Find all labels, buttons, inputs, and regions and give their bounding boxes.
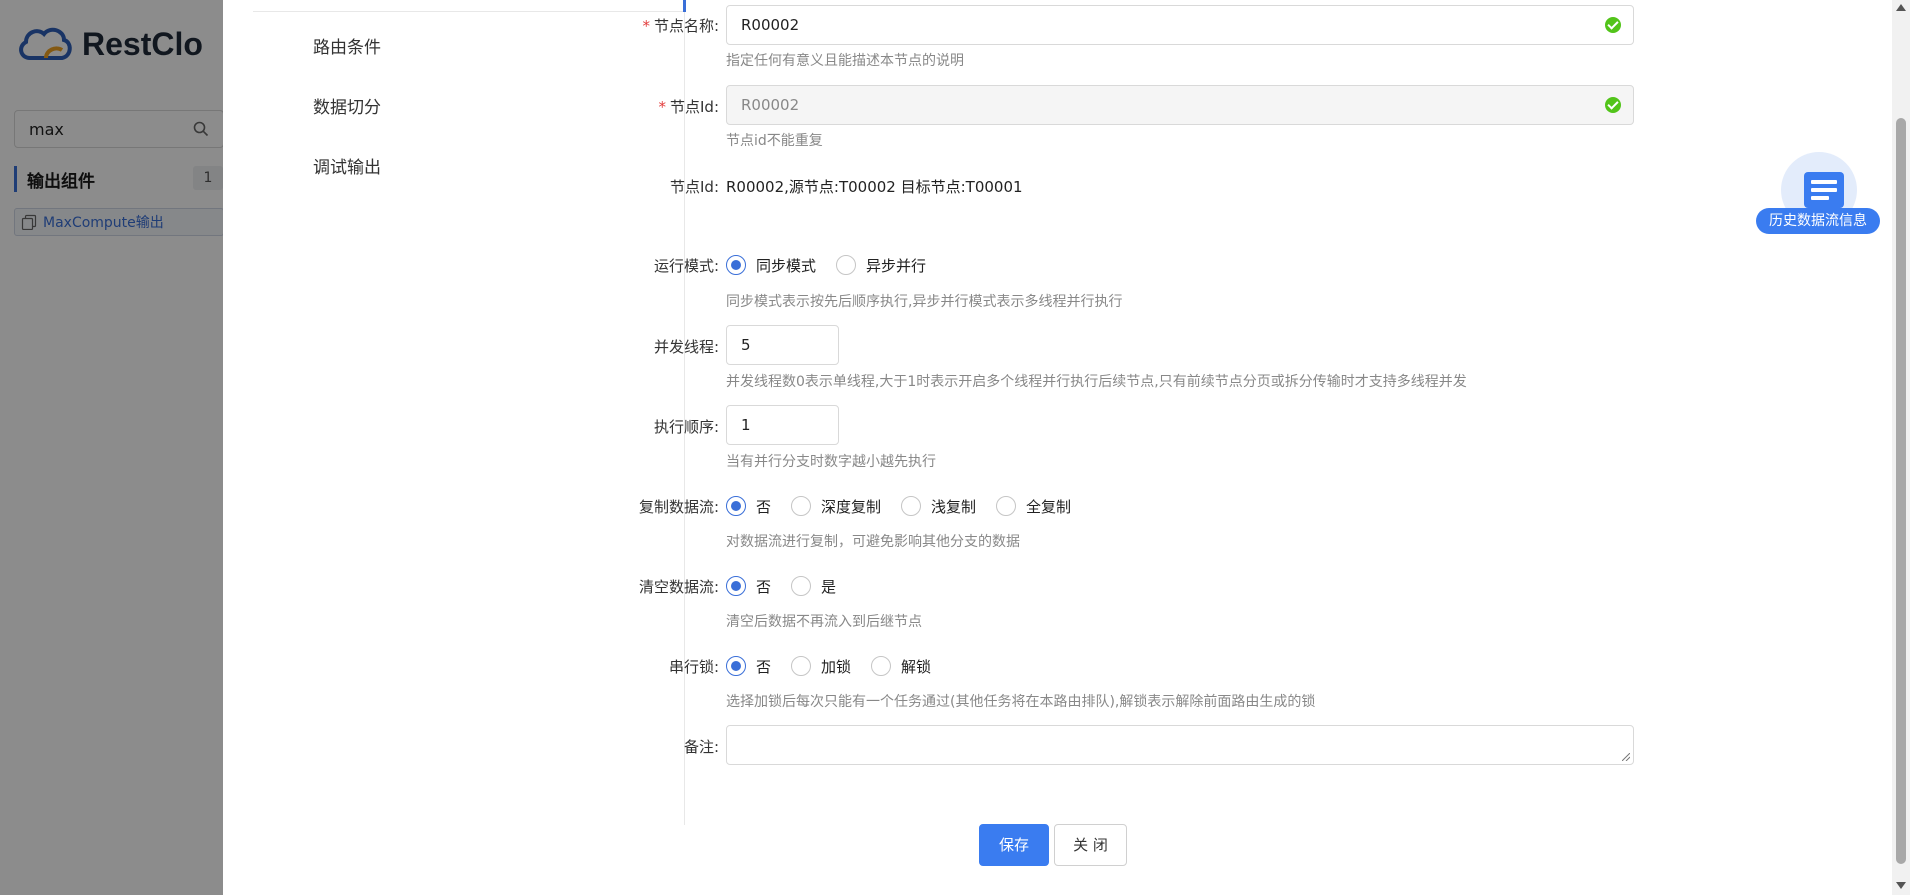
config-tab-nav: 路由条件 数据切分 调试输出: [253, 0, 686, 825]
clear-flow-yes-radio[interactable]: 是: [791, 576, 836, 597]
close-button[interactable]: 关 闭: [1054, 824, 1127, 866]
node-id-hint: 节点id不能重复: [726, 133, 823, 149]
run-mode-hint: 同步模式表示按先后顺序执行,异步并行模式表示多线程并行执行: [726, 294, 1123, 310]
copy-flow-deep-radio[interactable]: 深度复制: [791, 496, 881, 517]
node-id-value: R00002: [741, 96, 800, 114]
order-hint: 当有并行分支时数字越小越先执行: [726, 454, 936, 470]
radio-unchecked-icon: [871, 656, 892, 676]
radio-unchecked-icon: [791, 576, 812, 596]
vertical-scrollbar[interactable]: [1892, 0, 1910, 895]
copy-flow-shallow-radio[interactable]: 浅复制: [901, 496, 976, 517]
check-circle-icon: [1605, 17, 1621, 33]
history-dataflow-widget[interactable]: 历史数据流信息: [1756, 152, 1880, 234]
radio-checked-icon: [726, 496, 746, 516]
copy-flow-no-radio[interactable]: 否: [726, 496, 771, 517]
radio-unchecked-icon: [901, 496, 922, 516]
run-mode-label: 运行模式:: [653, 257, 719, 275]
required-mark: *: [642, 17, 650, 35]
radio-unchecked-icon: [996, 496, 1017, 516]
node-id-label: * 节点Id:: [658, 98, 720, 116]
history-dataflow-label: 历史数据流信息: [1756, 208, 1880, 234]
required-mark: *: [658, 98, 667, 116]
run-mode-sync-radio[interactable]: 同步模式: [726, 255, 816, 276]
scroll-thumb[interactable]: [1896, 118, 1906, 864]
remark-textarea[interactable]: [726, 725, 1634, 765]
document-list-icon: [1804, 172, 1844, 208]
tab-debug-output[interactable]: 调试输出: [253, 148, 685, 188]
copy-flow-radio-group: 否 深度复制 浅复制 全复制: [726, 494, 1091, 518]
node-name-input[interactable]: R00002: [726, 5, 1634, 45]
node-name-hint: 指定任何有意义且能描述本节点的说明: [726, 53, 964, 69]
check-circle-icon: [1605, 97, 1621, 113]
serial-lock-lock-radio[interactable]: 加锁: [791, 656, 851, 677]
tab-route-condition[interactable]: 路由条件: [253, 28, 685, 68]
scroll-up-arrow-icon[interactable]: [1896, 4, 1906, 11]
active-tab-indicator: [253, 0, 686, 12]
remark-label: 备注:: [683, 738, 719, 756]
node-name-label: * 节点名称:: [642, 17, 719, 35]
radio-unchecked-icon: [791, 656, 812, 676]
resize-grip-icon[interactable]: [1622, 753, 1630, 761]
save-button[interactable]: 保存: [979, 824, 1049, 866]
copy-flow-label: 复制数据流:: [638, 498, 719, 516]
scroll-down-arrow-icon[interactable]: [1896, 882, 1906, 889]
node-name-value: R00002: [741, 16, 800, 34]
copy-flow-hint: 对数据流进行复制，可避免影响其他分支的数据: [726, 534, 1020, 550]
threads-label: 并发线程:: [653, 338, 719, 356]
serial-lock-label: 串行锁:: [668, 658, 719, 676]
serial-lock-unlock-radio[interactable]: 解锁: [871, 656, 931, 677]
clear-flow-label: 清空数据流:: [638, 578, 719, 596]
clear-flow-no-radio[interactable]: 否: [726, 576, 771, 597]
order-label: 执行顺序:: [653, 418, 719, 436]
threads-input[interactable]: 5: [726, 325, 839, 365]
radio-unchecked-icon: [836, 255, 857, 275]
serial-lock-hint: 选择加锁后每次只能有一个任务通过(其他任务将在本路由排队),解锁表示解除前面路由…: [726, 694, 1316, 710]
run-mode-async-radio[interactable]: 异步并行: [836, 255, 926, 276]
serial-lock-radio-group: 否 加锁 解锁: [726, 654, 951, 678]
threads-hint: 并发线程数0表示单线程,大于1时表示开启多个线程并行执行后续节点,只有前续节点分…: [726, 374, 1467, 390]
node-info-label: 节点Id:: [670, 178, 719, 196]
clear-flow-hint: 清空后数据不再流入到后继节点: [726, 614, 922, 630]
order-input[interactable]: 1: [726, 405, 839, 445]
radio-checked-icon: [726, 255, 746, 275]
node-info-value: R00002,源节点:T00002 目标节点:T00001: [726, 178, 1023, 196]
node-id-input[interactable]: R00002: [726, 85, 1634, 125]
run-mode-radio-group: 同步模式 异步并行: [726, 253, 946, 277]
serial-lock-no-radio[interactable]: 否: [726, 656, 771, 677]
radio-checked-icon: [726, 576, 746, 596]
radio-checked-icon: [726, 656, 746, 676]
tab-data-split[interactable]: 数据切分: [253, 88, 685, 128]
radio-unchecked-icon: [791, 496, 812, 516]
copy-flow-full-radio[interactable]: 全复制: [996, 496, 1071, 517]
node-config-drawer: 路由条件 数据切分 调试输出 * 节点名称: R00002 指定任何有意义且能描述…: [223, 0, 1910, 895]
clear-flow-radio-group: 否 是: [726, 574, 856, 598]
